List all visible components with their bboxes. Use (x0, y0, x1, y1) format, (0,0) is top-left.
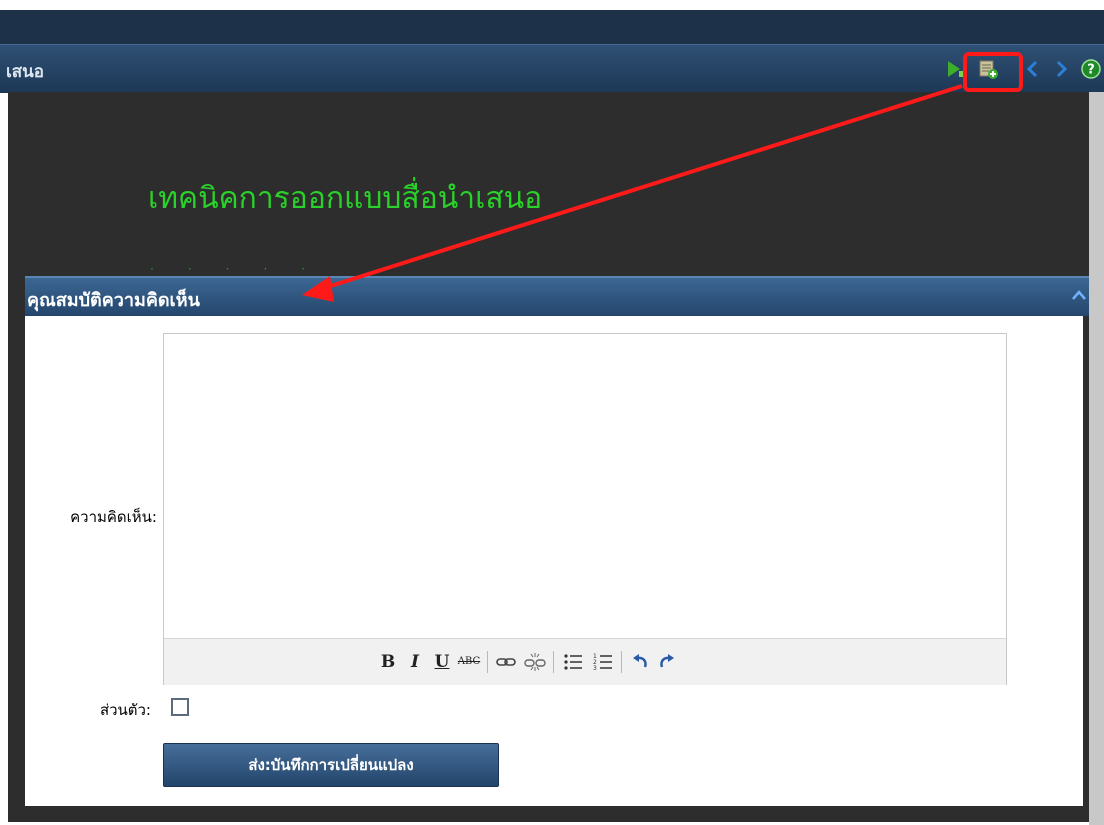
svg-text:3: 3 (593, 665, 597, 672)
italic-icon[interactable]: I (405, 652, 425, 672)
svg-text:?: ? (1087, 63, 1095, 78)
comment-dialog: คุณสมบัติความคิดเห็น ความคิดเห็น: B I U … (8, 276, 1089, 822)
top-band (0, 10, 1104, 44)
window-title: เสนอ (6, 62, 45, 82)
dialog-title: คุณสมบัติความคิดเห็น (27, 290, 200, 311)
slide-title: เทคนิคการออกแบบสื่อนำเสนอ (148, 181, 543, 216)
help-icon[interactable]: ? (1080, 58, 1102, 80)
link-icon[interactable] (495, 652, 517, 672)
unlink-icon[interactable] (524, 652, 546, 672)
bullet-list-icon[interactable] (562, 652, 584, 672)
editor-toolbar: B I U ABC 1 2 3 (164, 638, 1006, 685)
app-window: เสนอ ? เทคนิคการออกแบบสื่อนำเสนอ ····· ค… (0, 0, 1104, 825)
toolbar-separator (487, 651, 488, 673)
title-bar: เสนอ (0, 44, 1104, 93)
strikethrough-icon[interactable]: ABC (457, 652, 481, 672)
collapse-chevron-icon[interactable] (1071, 288, 1087, 302)
toolbar-separator (621, 651, 622, 673)
private-label: ส่วนตัว: (99, 701, 151, 719)
dialog-header: คุณสมบัติความคิดเห็น (25, 276, 1089, 316)
bold-icon[interactable]: B (378, 652, 398, 672)
submit-button[interactable]: ส่ง:บันทึกการเปลี่ยนแปลง (163, 743, 499, 787)
previous-arrow-icon[interactable] (1022, 58, 1044, 80)
comment-label: ความคิดเห็น: (70, 508, 157, 526)
comment-editor: B I U ABC 1 2 3 (163, 333, 1007, 685)
next-arrow-icon[interactable] (1050, 58, 1072, 80)
scroll-strip (1089, 92, 1104, 825)
redo-icon[interactable] (656, 652, 678, 672)
toolbar-separator (553, 651, 554, 673)
underline-icon[interactable]: U (432, 652, 452, 672)
private-checkbox[interactable] (171, 698, 189, 716)
dialog-body: ความคิดเห็น: B I U ABC 1 2 3 ส่วนตัว: ส่… (25, 316, 1083, 806)
numbered-list-icon[interactable]: 1 2 3 (592, 652, 614, 672)
scroll-track (1089, 92, 1104, 825)
annotation-highlight-box (963, 52, 1023, 92)
comment-textarea[interactable] (164, 334, 1006, 637)
slide-subtext-fragment: ····· (150, 262, 340, 276)
undo-icon[interactable] (629, 652, 651, 672)
